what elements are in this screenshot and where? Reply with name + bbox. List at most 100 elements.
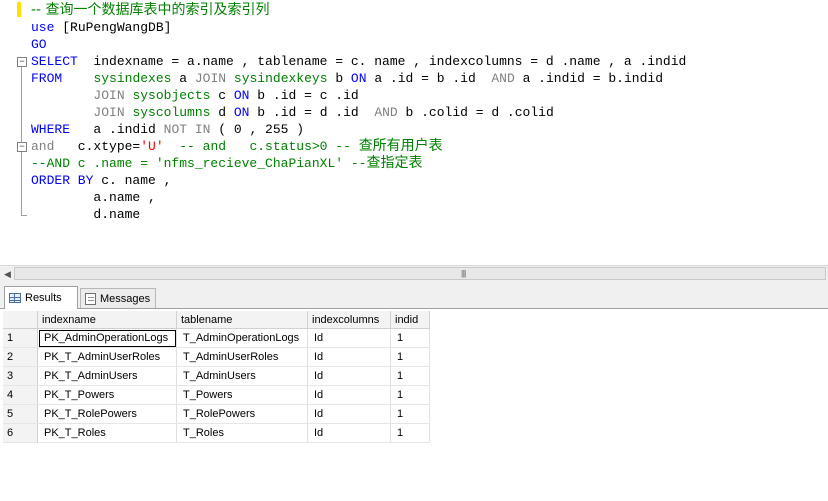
code-token: b .id = c .id xyxy=(249,88,359,103)
table-cell[interactable]: PK_T_Powers xyxy=(37,385,177,405)
code-token: ON xyxy=(233,88,250,103)
tab-results[interactable]: Results xyxy=(4,286,78,309)
table-cell[interactable]: 1 xyxy=(390,423,430,443)
code-line[interactable]: SELECT indexname = a.name , tablename = … xyxy=(31,53,686,70)
row-number[interactable]: 2 xyxy=(3,347,38,367)
table-cell[interactable]: PK_T_AdminUserRoles xyxy=(37,347,177,367)
results-table[interactable]: indexname tablename indexcolumns indid 1… xyxy=(3,311,430,443)
code-token: ORDER BY xyxy=(31,173,94,188)
row-number[interactable]: 3 xyxy=(3,366,38,386)
code-token: c. name , xyxy=(93,173,172,188)
code-line[interactable]: -- 查询一个数据库表中的索引及索引列 xyxy=(31,2,686,19)
code-token: a .id = b .id xyxy=(366,71,492,86)
column-header-tablename[interactable]: tablename xyxy=(176,311,308,329)
code-line[interactable]: JOIN sysobjects c ON b .id = c .id xyxy=(31,87,686,104)
code-token: 查所有用户表 xyxy=(358,138,443,154)
code-token: a .indid = b.indid xyxy=(514,71,663,86)
code-line[interactable]: JOIN syscolumns d ON b .id = d .id AND b… xyxy=(31,104,686,121)
table-cell[interactable]: 1 xyxy=(390,385,430,405)
table-row[interactable]: 3 PK_T_AdminUsers T_AdminUsers Id 1 xyxy=(3,366,430,386)
scroll-left-icon[interactable]: ◀ xyxy=(4,269,11,280)
tab-messages-label: Messages xyxy=(100,292,151,305)
table-cell[interactable]: T_RolePowers xyxy=(176,404,308,424)
column-header-indid[interactable]: indid xyxy=(390,311,430,329)
code-token: JOIN xyxy=(93,88,125,103)
tab-results-label: Results xyxy=(25,292,62,304)
code-line[interactable]: a.name , xyxy=(31,189,686,206)
table-cell[interactable]: 1 xyxy=(390,404,430,424)
code-token: sysindexkeys xyxy=(233,71,328,86)
query-editor[interactable]: − − -- 查询一个数据库表中的索引及索引列 use [RuPengWangDB… xyxy=(0,0,828,265)
table-cell[interactable]: 1 xyxy=(390,328,430,348)
code-line[interactable]: WHERE a .indid NOT IN ( 0 , 255 ) xyxy=(31,121,686,138)
column-header-indexcolumns[interactable]: indexcolumns xyxy=(307,311,391,329)
sql-code[interactable]: -- 查询一个数据库表中的索引及索引列 use [RuPengWangDB] GO S… xyxy=(31,2,686,223)
code-token: d.name xyxy=(31,207,141,222)
code-token: ON xyxy=(233,105,250,120)
scroll-thumb[interactable] xyxy=(14,267,826,280)
header-row: indexname tablename indexcolumns indid xyxy=(3,311,430,329)
code-token: 查指定表 xyxy=(366,155,423,171)
table-cell[interactable]: Id xyxy=(307,385,391,405)
table-cell[interactable]: T_Powers xyxy=(176,385,308,405)
collapse-and-icon[interactable]: − xyxy=(17,142,27,152)
table-row[interactable]: 6 PK_T_Roles T_Roles Id 1 xyxy=(3,423,430,443)
collapse-select-icon[interactable]: − xyxy=(17,57,27,67)
code-token: FROM xyxy=(31,71,63,86)
code-line[interactable]: and c.xtype='U' -- and c.status>0 -- 查所有… xyxy=(31,138,686,155)
row-number[interactable]: 1 xyxy=(3,328,38,348)
tab-messages[interactable]: Messages xyxy=(80,288,156,308)
table-cell[interactable]: PK_T_AdminUsers xyxy=(37,366,177,386)
row-number-header[interactable] xyxy=(3,311,38,329)
code-line[interactable]: GO xyxy=(31,36,686,53)
table-cell[interactable]: Id xyxy=(307,328,391,348)
table-cell[interactable]: T_AdminUsers xyxy=(176,366,308,386)
code-token: sysindexes xyxy=(93,71,172,86)
code-line[interactable]: FROM sysindexes a JOIN sysindexkeys b ON… xyxy=(31,70,686,87)
code-token: ON xyxy=(350,71,367,86)
column-header-indexname[interactable]: indexname xyxy=(37,311,177,329)
code-token: syscolumns xyxy=(132,105,211,120)
code-token: JOIN xyxy=(194,71,227,86)
table-cell[interactable]: Id xyxy=(307,347,391,367)
horizontal-scrollbar[interactable]: ◀ |||| xyxy=(0,265,828,282)
table-cell[interactable]: T_Roles xyxy=(176,423,308,443)
code-line[interactable]: --AND c .name = 'nfms_recieve_ChaPianXL'… xyxy=(31,155,686,172)
code-token: indexname = a.name , tablename = c. name… xyxy=(77,54,687,69)
code-token: b .id = d .id xyxy=(249,105,375,120)
row-number[interactable]: 5 xyxy=(3,404,38,424)
table-cell[interactable]: T_AdminUserRoles xyxy=(176,347,308,367)
code-line[interactable]: d.name xyxy=(31,206,686,223)
code-token: a xyxy=(171,71,195,86)
table-cell[interactable]: PK_T_Roles xyxy=(37,423,177,443)
table-cell[interactable]: Id xyxy=(307,366,391,386)
table-cell[interactable]: PK_AdminOperationLogs xyxy=(37,328,177,348)
change-marker xyxy=(17,2,21,17)
row-number[interactable]: 6 xyxy=(3,423,38,443)
table-row[interactable]: 4 PK_T_Powers T_Powers Id 1 xyxy=(3,385,430,405)
grid-icon xyxy=(9,293,21,303)
table-cell[interactable]: Id xyxy=(307,423,391,443)
table-cell[interactable]: Id xyxy=(307,404,391,424)
row-number[interactable]: 4 xyxy=(3,385,38,405)
code-token: SELECT xyxy=(31,54,78,69)
code-line[interactable]: ORDER BY c. name , xyxy=(31,172,686,189)
results-grid[interactable]: indexname tablename indexcolumns indid 1… xyxy=(0,309,828,501)
table-row[interactable]: 5 PK_T_RolePowers T_RolePowers Id 1 xyxy=(3,404,430,424)
code-token: sysobjects xyxy=(132,88,211,103)
code-token: [RuPengWangDB] xyxy=(62,20,172,35)
code-token: use xyxy=(31,20,63,35)
code-token: a .indid xyxy=(70,122,164,137)
table-cell[interactable]: 1 xyxy=(390,347,430,367)
table-cell[interactable]: T_AdminOperationLogs xyxy=(176,328,308,348)
table-cell[interactable]: 1 xyxy=(390,366,430,386)
table-row[interactable]: 1 PK_AdminOperationLogs T_AdminOperationLo… xyxy=(3,328,430,348)
code-token: c xyxy=(210,88,234,103)
table-cell[interactable]: PK_T_RolePowers xyxy=(37,404,177,424)
code-token: --AND c .name = 'nfms_recieve_ChaPianXL'… xyxy=(31,156,367,171)
table-row[interactable]: 2 PK_T_AdminUserRoles T_AdminUserRoles Id 1 xyxy=(3,347,430,367)
code-line[interactable]: use [RuPengWangDB] xyxy=(31,19,686,36)
code-token: c.xtype= xyxy=(54,139,141,154)
